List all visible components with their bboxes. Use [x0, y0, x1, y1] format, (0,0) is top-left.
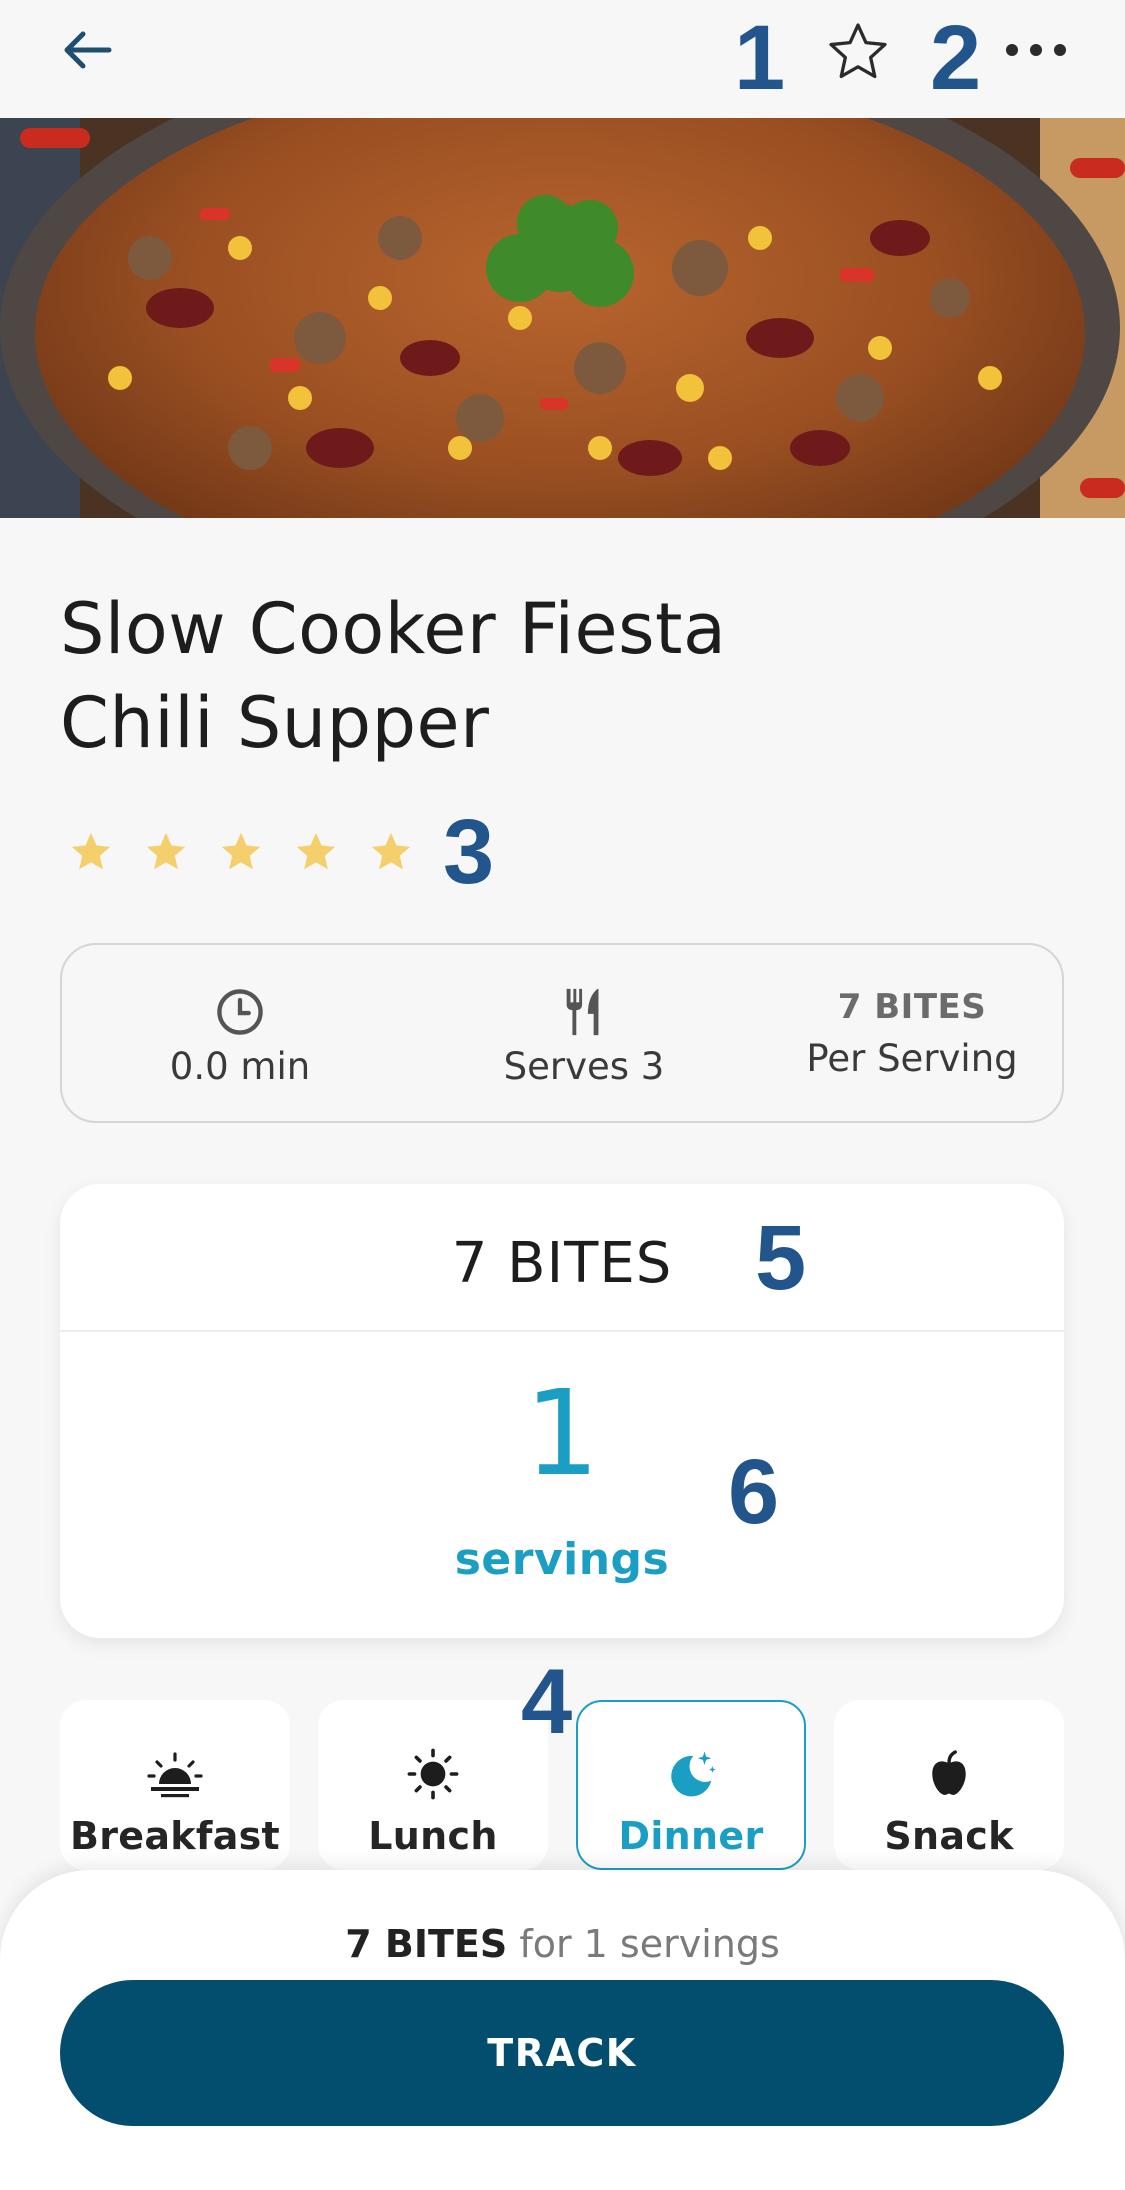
meal-lunch-button[interactable]: Lunch	[318, 1700, 548, 1870]
rating-star-icon[interactable]	[64, 826, 117, 879]
annotation-6: 6	[728, 1441, 780, 1543]
track-button[interactable]: TRACK	[60, 1980, 1064, 2126]
summary-bites: 7 BITES	[345, 1922, 508, 1966]
meal-snack-label: Snack	[884, 1814, 1014, 1858]
annotation-3: 3	[443, 801, 495, 903]
moon-stars-icon	[671, 1751, 716, 1797]
total-bites: 7 BITES	[451, 1230, 673, 1296]
rating-star-icon[interactable]	[364, 826, 417, 879]
back-button[interactable]	[52, 22, 122, 78]
top-bar: 1 2	[0, 0, 1125, 118]
more-options-button[interactable]	[998, 22, 1074, 78]
meal-dinner-label: Dinner	[618, 1814, 764, 1858]
rating-stars	[64, 822, 417, 882]
bites-per-serving-value: 7 BITES	[837, 987, 987, 1027]
more-horizontal-icon	[1006, 44, 1066, 56]
annotation-1: 1	[734, 7, 786, 109]
meal-breakfast-button[interactable]: Breakfast	[60, 1700, 290, 1870]
servings-count[interactable]: 1	[60, 1374, 1064, 1492]
track-button-label: TRACK	[487, 2031, 637, 2075]
rating-star-icon[interactable]	[289, 826, 342, 879]
arrow-left-icon	[64, 31, 112, 69]
track-bottom-sheet: 7 BITES for 1 servings TRACK	[0, 1870, 1125, 2190]
rating-star-icon[interactable]	[214, 826, 267, 879]
summary-servings-text: for 1 servings	[519, 1922, 780, 1966]
fork-knife-icon	[566, 988, 599, 1036]
favorite-button[interactable]	[820, 14, 896, 90]
annotation-5: 5	[755, 1207, 807, 1309]
servings-unit-label: servings	[454, 1534, 670, 1585]
per-serving-label: Per Serving	[806, 1037, 1018, 1080]
apple-icon	[932, 1750, 966, 1795]
recipe-info-card: 0.0 min Serves 3 7 BITES Per Serving	[60, 943, 1064, 1123]
bites-per-serving: 7 BITES Per Serving	[762, 945, 1062, 1121]
sun-icon	[407, 1748, 459, 1800]
clock-icon	[217, 989, 263, 1035]
meal-dinner-button[interactable]: Dinner	[576, 1700, 806, 1870]
annotation-2: 2	[930, 7, 982, 109]
recipe-hero-image	[0, 118, 1125, 518]
sunrise-icon	[147, 1752, 203, 1798]
prep-time: 0.0 min	[70, 945, 410, 1121]
meal-snack-button[interactable]: Snack	[834, 1700, 1064, 1870]
servings-card-header: 7 BITES	[60, 1184, 1064, 1332]
recipe-title: Slow Cooker Fiesta Chili Supper	[60, 582, 960, 770]
serves-value: Serves 3	[503, 1045, 665, 1088]
star-outline-icon	[829, 23, 887, 79]
meal-breakfast-label: Breakfast	[69, 1814, 281, 1858]
rating-star-icon[interactable]	[139, 826, 192, 879]
servings-card: 7 BITES 1 servings	[60, 1184, 1064, 1638]
meal-lunch-label: Lunch	[368, 1814, 498, 1858]
annotation-4: 4	[521, 1651, 573, 1753]
recipe-title-line-1: Slow Cooker Fiesta	[60, 588, 727, 670]
track-summary: 7 BITES for 1 servings	[0, 1922, 1125, 1966]
recipe-title-line-2: Chili Supper	[60, 682, 490, 764]
serves: Serves 3	[414, 945, 754, 1121]
prep-time-value: 0.0 min	[169, 1045, 311, 1088]
